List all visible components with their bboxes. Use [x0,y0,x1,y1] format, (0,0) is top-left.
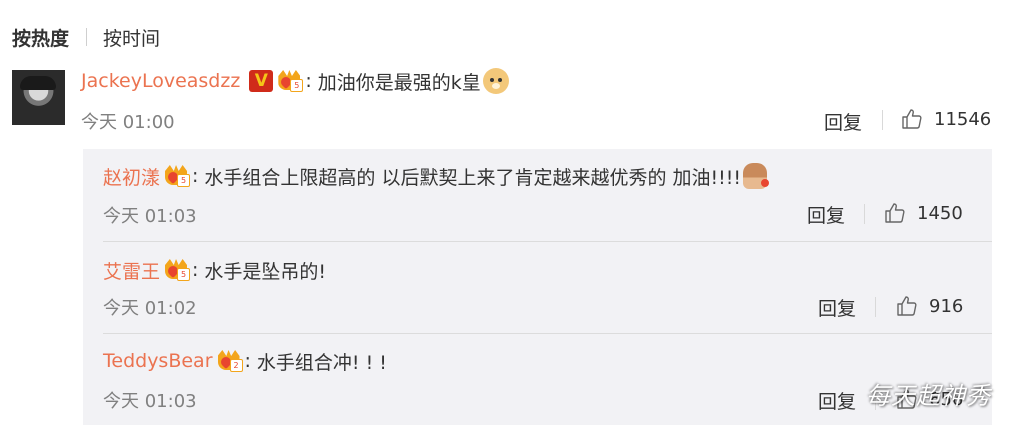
reply-divider [103,333,992,334]
reply-time: 今天 01:03 [103,391,197,412]
like-count: 11546 [934,108,992,130]
reply-item: 赵初漾 5 : 水手组合上限超高的 以后默契上来了肯定越来越优秀的 加油!!!! [103,161,769,191]
fan-crown-badge-icon[interactable]: 5 [164,165,191,187]
reply-item: 艾雷王 5 : 水手是坠吊的! [103,255,326,285]
colon: : [192,259,199,281]
colon: : [244,350,251,372]
reply-time: 今天 01:03 [103,206,197,227]
thumbs-up-icon [885,203,905,223]
reply-item: TeddysBear 2 : 水手组合冲! ! ! [103,346,387,376]
thumbs-up-icon [902,109,922,129]
comment-time: 今天 01:00 [81,112,175,133]
sort-by-hot-tab[interactable]: 按热度 [12,24,69,51]
reply-button[interactable]: 回复 [824,108,862,135]
vip-badge-icon[interactable]: V [249,70,274,92]
reply-divider [103,241,992,242]
fan-crown-badge-icon[interactable]: 5 [164,259,191,281]
like-count: 1450 [917,202,963,224]
cheer-emoji-icon [742,163,769,189]
fan-crown-badge-icon[interactable]: 2 [217,350,243,372]
fan-crown-badge-icon[interactable]: 5 [277,70,304,92]
main-comment: JackeyLoveasdzz V 5 : 加油你是最强的k皇 [81,66,509,96]
avatar[interactable] [12,70,65,125]
like-button[interactable]: 11546 [900,107,991,131]
comment-username[interactable]: JackeyLoveasdzz [81,70,240,92]
reply-username[interactable]: 艾雷王 [103,257,160,284]
like-button[interactable]: 916 [895,294,963,318]
sort-divider [86,28,88,46]
comment-text: 加油你是最强的k皇 [317,71,481,94]
reply-button[interactable]: 回复 [818,294,856,321]
action-divider [864,204,865,224]
sort-by-time-tab[interactable]: 按时间 [103,24,160,51]
watermark-text: 每天超神秀 [866,382,991,410]
reply-time: 今天 01:02 [103,298,197,319]
reply-text: 水手组合冲! ! ! [256,351,387,374]
action-divider [875,297,876,317]
replies-panel: 赵初漾 5 : 水手组合上限超高的 以后默契上来了肯定越来越优秀的 加油!!!!… [83,149,992,425]
reply-text: 水手是坠吊的! [204,260,327,283]
dog-emoji-icon [482,68,509,94]
reply-text: 水手组合上限超高的 以后默契上来了肯定越来越优秀的 加油!!!! [204,166,741,189]
thumbs-up-icon [897,296,917,316]
colon: : [192,165,199,187]
action-divider [882,110,883,130]
reply-username[interactable]: TeddysBear [103,350,213,372]
reply-button[interactable]: 回复 [807,201,845,228]
colon: : [305,70,312,92]
sort-bar: 按热度 按时间 [12,22,160,52]
reply-username[interactable]: 赵初漾 [103,163,160,190]
like-count: 916 [929,295,964,317]
like-button[interactable]: 1450 [883,201,963,225]
reply-button[interactable]: 回复 [818,387,856,414]
